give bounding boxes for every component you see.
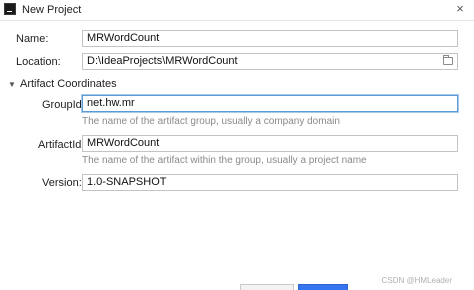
version-label: Version: [42, 177, 82, 189]
location-label: Location: [16, 56, 61, 68]
artifactid-hint: The name of the artifact within the grou… [82, 155, 367, 166]
next-button[interactable] [298, 284, 348, 290]
artifact-coordinates-title: Artifact Coordinates [20, 78, 117, 90]
artifact-coordinates-section[interactable]: ▼ Artifact Coordinates [8, 78, 117, 90]
name-label: Name: [16, 33, 49, 45]
groupid-field[interactable]: net.hw.mr [82, 95, 458, 112]
name-field[interactable]: MRWordCount [82, 30, 458, 47]
groupid-label: GroupId: [42, 99, 85, 111]
groupid-hint: The name of the artifact group, usually … [82, 116, 340, 127]
location-field[interactable]: D:\IdeaProjects\MRWordCount [82, 53, 458, 70]
artifactid-field[interactable]: MRWordCount [82, 135, 458, 152]
version-field[interactable]: 1.0-SNAPSHOT [82, 174, 458, 191]
location-value: D:\IdeaProjects\MRWordCount [87, 55, 238, 67]
folder-icon[interactable] [443, 55, 453, 65]
title-bar: New Project × [0, 0, 474, 21]
close-icon[interactable]: × [452, 1, 468, 17]
chevron-down-icon[interactable]: ▼ [8, 80, 20, 89]
previous-button[interactable] [240, 284, 294, 290]
window-title: New Project [22, 4, 82, 16]
intellij-app-icon [4, 3, 16, 15]
artifactid-label: ArtifactId: [38, 139, 85, 151]
watermark: CSDN @HMLeader [381, 276, 452, 285]
